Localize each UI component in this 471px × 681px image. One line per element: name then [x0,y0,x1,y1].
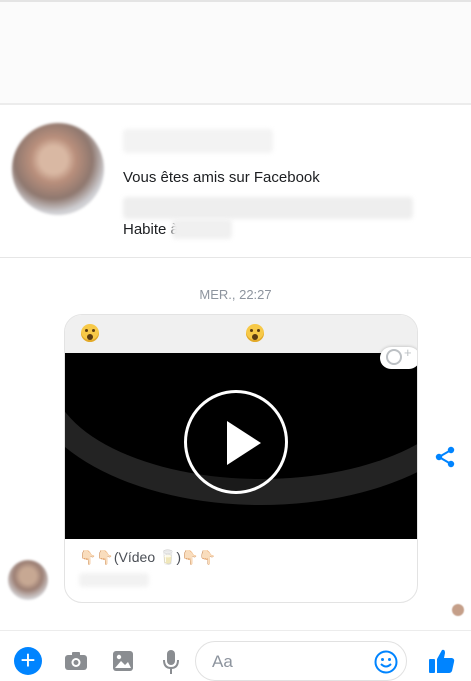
emoji-icon[interactable] [374,650,398,674]
video-caption: 👇🏻👇🏻(Vídeo 🥛)👇🏻👇🏻 [79,549,216,565]
divider [0,257,471,258]
contact-avatar[interactable] [12,123,104,215]
astonished-emoji-icon [246,324,264,342]
astonished-emoji-icon [81,324,99,342]
play-button[interactable] [184,390,288,494]
message-composer: + [0,630,471,681]
conversation-top-area [0,0,471,103]
plus-icon: + [20,645,36,675]
camera-icon[interactable] [64,651,88,671]
message-input[interactable] [210,650,364,674]
friends-status-text: Vous êtes amis sur Facebook [123,169,320,186]
microphone-icon[interactable] [161,649,181,675]
caption-subtext-redacted [79,573,149,587]
add-reaction-icon [386,349,402,365]
sender-avatar[interactable] [8,560,48,600]
play-icon [227,421,261,465]
location-redacted [172,219,232,239]
add-reaction-button[interactable]: + [380,345,417,369]
thumbs-up-icon[interactable] [428,647,456,675]
more-actions-button[interactable]: + [14,647,42,675]
message-timestamp: MER., 22:27 [199,287,272,302]
lives-in-text: Habite à [123,221,179,238]
profile-header: Vous êtes amis sur Facebook Habite à [0,105,471,257]
video-thumbnail[interactable] [65,353,417,539]
contact-work-redacted [123,197,413,219]
video-message[interactable]: + 👇🏻👇🏻(Vídeo 🥛)👇🏻👇🏻 [64,314,418,603]
read-receipt-avatar [452,604,464,616]
plus-icon: + [404,345,412,360]
contact-name-redacted [123,129,273,153]
video-header [65,315,417,353]
share-icon[interactable] [434,446,456,468]
image-icon[interactable] [112,650,134,672]
